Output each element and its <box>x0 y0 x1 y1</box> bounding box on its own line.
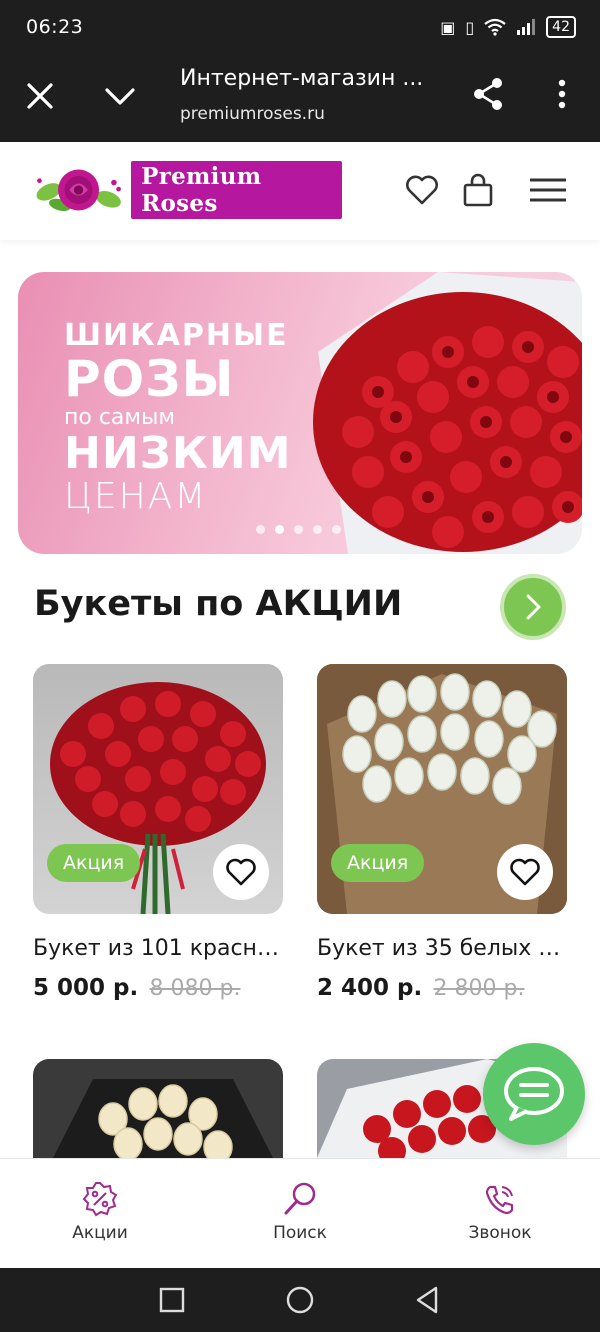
phone-icon <box>485 1185 514 1215</box>
banner-line-1: ШИКАРНЫЕ <box>64 318 289 353</box>
wifi-icon <box>484 18 506 36</box>
product-name[interactable]: Букет из 35 белых р... <box>317 936 567 961</box>
favorite-button[interactable] <box>497 844 553 900</box>
browser-toolbar: Интернет-магазин ... premiumroses.ru <box>0 56 600 142</box>
sale-badge: Акция <box>331 844 425 882</box>
current-price: 5 000 р. <box>33 975 139 1001</box>
nav-label: Акции <box>72 1223 128 1243</box>
status-bar: 06:23 ▣ ▯ 42 <box>0 0 600 56</box>
chat-bubble-icon <box>504 1067 564 1121</box>
heart-icon <box>510 858 540 886</box>
home-icon[interactable] <box>285 1285 315 1315</box>
chevron-right-icon <box>526 594 541 620</box>
battery-indicator: 42 <box>546 16 576 38</box>
nav-item-call[interactable]: Звонок <box>440 1181 560 1243</box>
nav-item-promotions[interactable]: Акции <box>40 1181 160 1243</box>
product-card[interactable]: Акция Букет из 101 красно... 5 000 р. 8 … <box>33 664 283 1001</box>
nav-label: Поиск <box>273 1223 327 1243</box>
old-price: 2 800 р. <box>433 976 525 1001</box>
heart-icon[interactable] <box>404 172 440 208</box>
nfc-icon: ▣ <box>440 17 456 37</box>
favorite-button[interactable] <box>213 844 269 900</box>
logo-text: Premium Roses <box>131 161 342 219</box>
promo-banner[interactable]: ШИКАРНЫЕ РОЗЫ по самым НИЗКИМ ЦЕНАМ <box>18 272 582 554</box>
page-url[interactable]: premiumroses.ru <box>180 104 325 124</box>
percent-badge-icon <box>82 1182 118 1217</box>
chat-button[interactable] <box>483 1043 585 1145</box>
carousel-dot[interactable] <box>294 525 303 534</box>
old-price: 8 080 р. <box>149 976 241 1001</box>
carousel-dots <box>256 525 341 534</box>
current-price: 2 400 р. <box>317 975 423 1001</box>
share-icon[interactable] <box>470 76 506 112</box>
product-name[interactable]: Букет из 101 красно... <box>33 936 283 961</box>
status-icons: ▣ ▯ 42 <box>440 16 576 38</box>
product-price: 2 400 р. 2 800 р. <box>317 975 567 1001</box>
back-icon[interactable] <box>412 1285 442 1315</box>
close-icon[interactable] <box>24 80 56 112</box>
carousel-dot[interactable] <box>313 525 322 534</box>
bottom-navigation: Акции Поиск Звонок <box>0 1158 600 1268</box>
product-card[interactable] <box>33 1059 283 1158</box>
rose-logo-icon <box>36 169 121 212</box>
nav-item-search[interactable]: Поиск <box>240 1181 360 1243</box>
shopping-bag-icon[interactable] <box>460 172 496 208</box>
product-image[interactable]: Акция <box>317 664 567 914</box>
section-title: Букеты по АКЦИИ <box>34 584 403 624</box>
signal-icon <box>517 19 536 35</box>
page-title: Интернет-магазин ... <box>180 66 424 91</box>
product-image[interactable]: Акция <box>33 664 283 914</box>
carousel-dot[interactable] <box>332 525 341 534</box>
carousel-dot[interactable] <box>275 525 284 534</box>
chevron-down-icon[interactable] <box>102 80 138 112</box>
banner-line-2: РОЗЫ <box>64 350 235 408</box>
site-logo[interactable]: Premium Roses <box>32 161 342 219</box>
banner-line-5: ЦЕНАМ <box>64 476 208 517</box>
nav-label: Звонок <box>468 1223 532 1243</box>
search-icon <box>284 1182 316 1215</box>
next-arrow-button[interactable] <box>500 574 566 640</box>
recent-apps-icon[interactable] <box>158 1286 186 1314</box>
roses-bouquet-image <box>313 272 582 554</box>
status-time: 06:23 <box>26 16 84 38</box>
cream-roses-image <box>33 1059 283 1158</box>
heart-icon <box>226 858 256 886</box>
system-navigation-bar <box>0 1268 600 1332</box>
menu-icon[interactable] <box>528 172 568 208</box>
vibrate-icon: ▯ <box>465 17 475 37</box>
sale-badge: Акция <box>47 844 141 882</box>
product-card[interactable]: Акция Букет из 35 белых р... 2 400 р. 2 … <box>317 664 567 1001</box>
carousel-dot[interactable] <box>256 525 265 534</box>
banner-text: ШИКАРНЫЕ РОЗЫ по самым НИЗКИМ ЦЕНАМ <box>64 318 291 517</box>
banner-line-4: НИЗКИМ <box>64 428 292 479</box>
site-header: Premium Roses <box>0 142 600 240</box>
more-options-icon[interactable] <box>550 78 574 110</box>
product-price: 5 000 р. 8 080 р. <box>33 975 283 1001</box>
